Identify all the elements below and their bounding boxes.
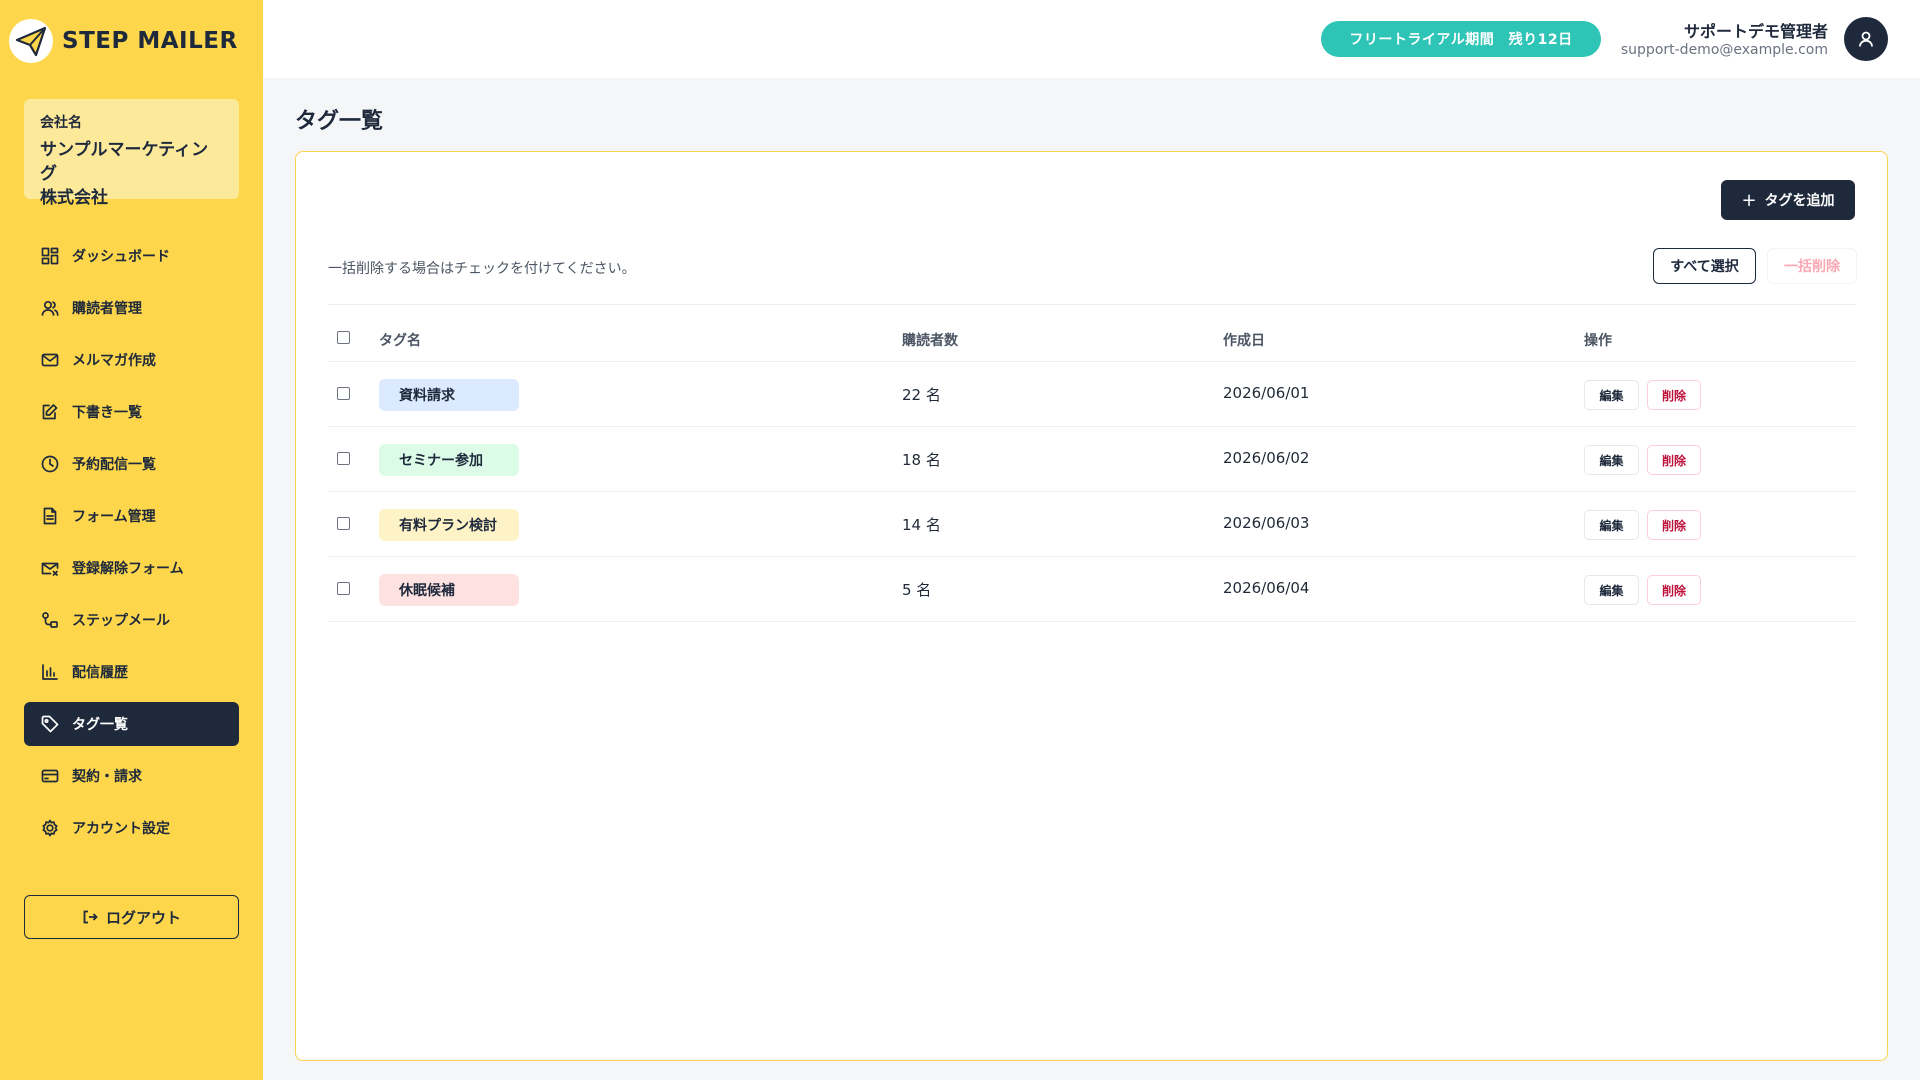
company-label: 会社名 [40, 115, 82, 131]
created-date: 2026/06/01 [1223, 384, 1310, 402]
add-tag-label: タグを追加 [1764, 193, 1835, 209]
created-date: 2026/06/02 [1223, 449, 1310, 467]
card-icon [40, 766, 60, 786]
delete-button[interactable]: 削除 [1647, 380, 1701, 410]
users-icon [40, 298, 60, 318]
sidebar-item-label: フォーム管理 [72, 509, 156, 525]
brand-name: STEP MAILER [62, 28, 238, 54]
column-header-subscriber-count: 購読者数 [902, 333, 958, 349]
user-icon [1859, 31, 1873, 47]
top-header: フリートライアル期間 残り12日 サポートデモ管理者 support-demo@… [263, 0, 1920, 78]
table-row: 有料プラン検討 14 名 2026/06/03 編集 削除 [328, 492, 1856, 557]
sidebar-item-label: 下書き一覧 [72, 405, 142, 421]
logout-button[interactable]: ログアウト [24, 895, 239, 939]
sidebar-item-label: アカウント設定 [72, 821, 170, 837]
bulk-delete-hint: 一括削除する場合はチェックを付けてください。 [328, 261, 636, 277]
sidebar-item-drafts[interactable]: 下書き一覧 [24, 390, 239, 434]
sidebar-item-dashboard[interactable]: ダッシュボード [24, 234, 239, 278]
tag-pill: 休眠候補 [379, 574, 519, 606]
tag-list-card: + タグを追加 一括削除する場合はチェックを付けてください。 すべて選択 一括削… [295, 151, 1888, 1061]
sidebar-item-forms[interactable]: フォーム管理 [24, 494, 239, 538]
divider [328, 304, 1856, 305]
tag-pill: セミナー参加 [379, 444, 519, 476]
sidebar: STEP MAILER 会社名 サンプルマーケティング 株式会社 ダッシュボード… [0, 0, 263, 1080]
tag-pill: 資料請求 [379, 379, 519, 411]
select-all-button[interactable]: すべて選択 [1653, 248, 1756, 284]
sidebar-item-label: 購読者管理 [72, 301, 142, 317]
sidebar-item-unsubscribe-form[interactable]: 登録解除フォーム [24, 546, 239, 590]
delete-button[interactable]: 削除 [1647, 575, 1701, 605]
logout-label: ログアウト [105, 908, 181, 927]
company-name: サンプルマーケティング 株式会社 [40, 138, 223, 210]
mail-x-icon [40, 558, 60, 578]
avatar[interactable] [1844, 17, 1888, 61]
edit-button[interactable]: 編集 [1584, 510, 1639, 540]
plus-icon: + [1741, 189, 1757, 211]
table-row: セミナー参加 18 名 2026/06/02 編集 削除 [328, 427, 1856, 492]
sidebar-item-label: 登録解除フォーム [72, 561, 184, 577]
clock-icon [40, 454, 60, 474]
user-name: サポートデモ管理者 [1683, 22, 1828, 41]
table-row: 資料請求 22 名 2026/06/01 編集 削除 [328, 362, 1856, 427]
sidebar-nav: ダッシュボード 購読者管理 メルマガ作成 下書き一覧 予約配信一覧 フォーム管理… [24, 234, 239, 858]
sidebar-item-step-mail[interactable]: ステップメール [24, 598, 239, 642]
mail-icon [40, 350, 60, 370]
row-checkbox[interactable] [337, 452, 350, 465]
sidebar-item-account-settings[interactable]: アカウント設定 [24, 806, 239, 850]
gear-icon [40, 818, 60, 838]
sidebar-item-billing[interactable]: 契約・請求 [24, 754, 239, 798]
sidebar-item-history[interactable]: 配信履歴 [24, 650, 239, 694]
sidebar-item-tags[interactable]: タグ一覧 [24, 702, 239, 746]
delete-button[interactable]: 削除 [1647, 510, 1701, 540]
edit-button[interactable]: 編集 [1584, 575, 1639, 605]
dashboard-icon [40, 246, 60, 266]
company-name-line2: 株式会社 [40, 188, 108, 208]
sidebar-item-label: 予約配信一覧 [72, 457, 156, 473]
tag-pill: 有料プラン検討 [379, 509, 519, 541]
step-icon [40, 610, 60, 630]
sidebar-item-newsletter[interactable]: メルマガ作成 [24, 338, 239, 382]
row-checkbox[interactable] [337, 582, 350, 595]
edit-button[interactable]: 編集 [1584, 445, 1639, 475]
sidebar-item-scheduled[interactable]: 予約配信一覧 [24, 442, 239, 486]
sidebar-item-subscribers[interactable]: 購読者管理 [24, 286, 239, 330]
sidebar-item-label: ダッシュボード [72, 249, 170, 265]
sidebar-item-label: 契約・請求 [72, 769, 142, 785]
created-date: 2026/06/03 [1223, 514, 1310, 532]
sidebar-item-label: メルマガ作成 [72, 353, 156, 369]
table-header-row: タグ名 購読者数 作成日 操作 [328, 322, 1856, 362]
sidebar-item-label: タグ一覧 [72, 717, 128, 733]
company-card: 会社名 サンプルマーケティング 株式会社 [24, 99, 239, 208]
subscriber-count: 22 名 [902, 386, 941, 404]
select-all-checkbox[interactable] [337, 331, 350, 344]
page-title: タグ一覧 [295, 109, 384, 134]
sidebar-item-label: ステップメール [72, 613, 170, 629]
row-checkbox[interactable] [337, 517, 350, 530]
column-header-created-date: 作成日 [1223, 333, 1265, 349]
column-header-tag-name: タグ名 [379, 333, 421, 349]
created-date: 2026/06/04 [1223, 579, 1310, 597]
subscriber-count: 14 名 [902, 516, 941, 534]
form-icon [40, 506, 60, 526]
add-tag-button[interactable]: + タグを追加 [1721, 180, 1855, 220]
chart-icon [40, 662, 60, 682]
company-name-line1: サンプルマーケティング [40, 140, 209, 184]
subscriber-count: 5 名 [902, 581, 932, 599]
brand[interactable]: STEP MAILER [8, 18, 238, 64]
user-email: support-demo@example.com [1620, 42, 1828, 58]
bulk-delete-button[interactable]: 一括削除 [1767, 248, 1857, 284]
tag-table: タグ名 購読者数 作成日 操作 資料請求 22 名 2026/06/01 編集 … [328, 322, 1856, 622]
delete-button[interactable]: 削除 [1647, 445, 1701, 475]
sidebar-item-label: 配信履歴 [72, 665, 128, 681]
table-row: 休眠候補 5 名 2026/06/04 編集 削除 [328, 557, 1856, 622]
column-header-actions: 操作 [1584, 333, 1612, 349]
trial-badge: フリートライアル期間 残り12日 [1321, 21, 1601, 57]
logout-icon [83, 910, 98, 924]
tag-icon [40, 714, 60, 734]
row-checkbox[interactable] [337, 387, 350, 400]
edit-button[interactable]: 編集 [1584, 380, 1639, 410]
edit-icon [40, 402, 60, 422]
subscriber-count: 18 名 [902, 451, 941, 469]
paper-plane-logo-icon [9, 19, 53, 63]
